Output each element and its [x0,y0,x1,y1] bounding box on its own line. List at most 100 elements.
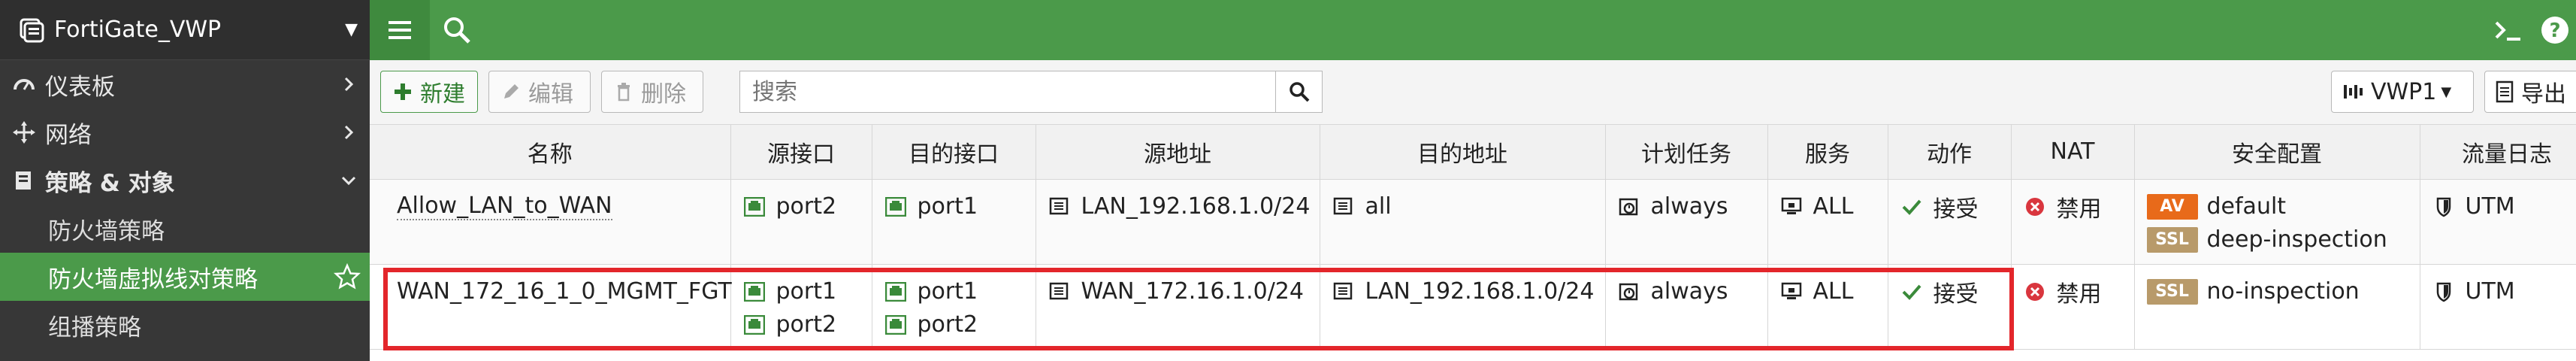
table-row[interactable]: Allow_LAN_to_WAN port2 port1 LAN_192.168… [370,179,2576,265]
address-object-icon [1048,196,1071,218]
security-profile-name: no-inspection [2206,278,2360,305]
help-icon[interactable]: ? [2540,15,2570,45]
fortigate-window: FortiGate_VWP ▼ 仪表板 网络 策略 & 对象 防火墙策略 防火墙… [0,0,2576,361]
column-header-log[interactable]: 流量日志 [2420,125,2576,180]
cli-console-icon[interactable] [2492,15,2525,45]
log-label: UTM [2465,278,2515,305]
policy-table: 名称 源接口 目的接口 源地址 目的地址 计划任务 服务 动作 NAT 安全配置… [370,125,2576,361]
cell-log: UTM [2420,179,2576,265]
interface-name: port2 [917,311,978,338]
disabled-x-icon [2024,281,2046,303]
address-name: all [1365,193,1392,220]
address-name: LAN_192.168.1.0/24 [1365,278,1595,305]
column-header-source-interface[interactable]: 源接口 [730,125,872,180]
security-profile-name: deep-inspection [2206,226,2387,253]
nat-label: 禁用 [2056,281,2102,308]
cell-service: ALL [1767,264,1888,350]
cell-action: 接受 [1888,264,2012,350]
column-header-security-profiles[interactable]: 安全配置 [2134,125,2420,180]
device-selector[interactable]: FortiGate_VWP ▼ [0,0,370,60]
interface-port-icon [743,196,766,218]
cell-schedule: always [1605,264,1768,350]
cell-security-profiles: AV default SSL deep-inspection [2134,179,2420,265]
document-icon [2496,80,2514,103]
star-icon[interactable] [334,263,361,290]
column-header-schedule[interactable]: 计划任务 [1605,125,1768,180]
log-label: UTM [2465,193,2515,220]
cell-action: 接受 [1888,179,2012,265]
action-label: 接受 [1933,281,1979,308]
chevron-down-icon [341,176,356,186]
cell-nat: 禁用 [2011,179,2135,265]
vdom-selector[interactable]: VWP1 ▼ [2331,71,2474,113]
action-label: 接受 [1933,196,1979,223]
edit-button[interactable]: 编辑 [488,71,591,113]
column-header-service[interactable]: 服务 [1767,125,1888,180]
service-icon [1780,281,1803,303]
policy-icon [12,168,36,193]
sidebar-item-label: 防火墙策略 [48,217,165,245]
vdom-label: VWP1 [2371,78,2437,105]
sidebar-item-label: 策略 & 对象 [45,169,175,197]
cell-source-address: WAN_172.16.1.0/24 [1036,264,1320,350]
ssl-profile-badge: SSL [2146,226,2198,253]
sidebar-item-firewall-policy[interactable]: 防火墙策略 [0,205,370,253]
column-header-name[interactable]: 名称 [370,125,731,180]
search-input[interactable] [740,71,1275,112]
column-header-destination-address[interactable]: 目的地址 [1320,125,1606,180]
new-button[interactable]: 新建 [380,71,478,113]
cell-destination-address: all [1320,179,1606,265]
cell-destination-interface: port1 port2 [872,264,1036,350]
search-icon [1289,82,1309,102]
search-submit-button[interactable] [1275,71,1322,112]
cell-name[interactable]: WAN_172_16_1_0_MGMT_FGT [370,264,732,350]
cell-source-interface: port2 [730,179,872,265]
column-header-nat[interactable]: NAT [2011,125,2135,180]
top-bar: ? [370,0,2576,60]
check-accept-icon [1900,196,1923,218]
cell-name[interactable]: Allow_LAN_to_WAN [370,179,731,265]
column-header-source-address[interactable]: 源地址 [1036,125,1320,180]
search-icon[interactable] [442,15,472,45]
interface-name: port1 [917,278,978,305]
cell-schedule: always [1605,179,1768,265]
sidebar-item-label: 网络 [45,121,92,149]
plus-icon [392,80,414,103]
search-field[interactable] [739,71,1323,113]
cell-log: UTM [2420,264,2576,350]
network-icon [12,120,36,144]
sidebar-item-virtual-wire-pair-policy[interactable]: 防火墙虚拟线对策略 [0,253,370,301]
delete-button-label: 删除 [641,81,686,108]
sidebar-item-network[interactable]: 网络 [0,108,370,156]
interface-port-icon [884,281,907,303]
chevron-right-icon [344,125,354,140]
export-button[interactable]: 导出 [2484,71,2576,113]
address-object-icon [1332,281,1355,303]
device-name: FortiGate_VWP [54,17,222,43]
cell-security-profiles: SSL no-inspection [2134,264,2420,350]
schedule-clock-icon [1618,281,1640,303]
sidebar-item-policy-objects[interactable]: 策略 & 对象 [0,156,370,205]
sidebar-item-label: 防火墙虚拟线对策略 [48,265,258,293]
address-name: WAN_172.16.1.0/24 [1081,278,1304,305]
sidebar-item-dashboard[interactable]: 仪表板 [0,60,370,108]
table-header-row: 名称 源接口 目的接口 源地址 目的地址 计划任务 服务 动作 NAT 安全配置… [370,125,2576,180]
policy-name[interactable]: WAN_172_16_1_0_MGMT_FGT [397,278,732,305]
column-header-destination-interface[interactable]: 目的接口 [872,125,1036,180]
schedule-clock-icon [1618,196,1640,218]
sidebar-item-multicast-policy[interactable]: 组播策略 [0,301,370,349]
cell-nat: 禁用 [2011,264,2135,350]
column-header-action[interactable]: 动作 [1888,125,2012,180]
trash-icon [612,80,635,103]
hamburger-menu-icon[interactable] [370,0,430,60]
shield-log-icon [2432,281,2455,303]
edit-button-label: 编辑 [528,81,573,108]
policy-name[interactable]: Allow_LAN_to_WAN [397,193,612,220]
table-row[interactable]: WAN_172_16_1_0_MGMT_FGT port1 port2 port… [370,264,2576,350]
av-profile-badge: AV [2146,193,2198,220]
fortigate-device-icon [17,15,47,45]
interface-port-icon [884,196,907,218]
cell-destination-address: LAN_192.168.1.0/24 [1320,264,1606,350]
delete-button[interactable]: 删除 [601,71,703,113]
ssl-profile-badge: SSL [2146,278,2198,305]
